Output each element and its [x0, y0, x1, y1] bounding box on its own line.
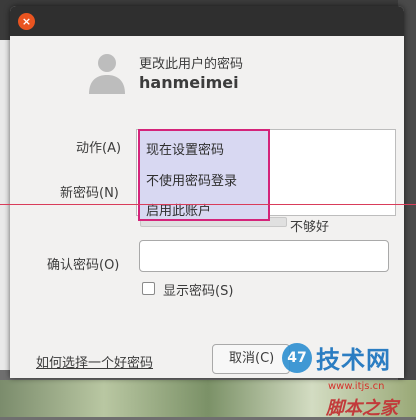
watermark-site: 脚本之家	[326, 398, 398, 419]
choose-good-password-link[interactable]: 如何选择一个好密码	[36, 352, 153, 371]
menu-item-login-without-password[interactable]: 不使用密码登录	[146, 170, 237, 189]
username-label: hanmeimei	[139, 73, 239, 92]
show-password-checkbox[interactable]	[142, 282, 155, 295]
watermark-url: www.itjs.cn	[328, 381, 385, 392]
close-icon[interactable]: ×	[18, 13, 35, 30]
password-strength-text: 不够好	[290, 220, 330, 235]
cancel-button[interactable]: 取消(C)	[212, 344, 290, 374]
action-label: 动作(A)	[76, 141, 122, 156]
menu-item-set-password-now[interactable]: 现在设置密码	[146, 139, 224, 158]
background-window-edge	[0, 40, 10, 370]
guide-line	[0, 204, 416, 205]
dialog-subtitle: 更改此用户的密码	[139, 57, 244, 72]
watermark-logo: 47	[282, 343, 312, 373]
menu-item-enable-account[interactable]: 启用此账户	[146, 200, 211, 219]
user-avatar-icon	[89, 54, 125, 94]
watermark-text: 技术网	[316, 346, 391, 374]
dialog-titlebar: ×	[10, 6, 404, 36]
confirm-password-input[interactable]	[139, 240, 389, 272]
show-password-label[interactable]: 显示密码(S)	[163, 280, 233, 299]
new-password-label: 新密码(N)	[60, 186, 119, 201]
confirm-password-label: 确认密码(O)	[47, 258, 120, 273]
